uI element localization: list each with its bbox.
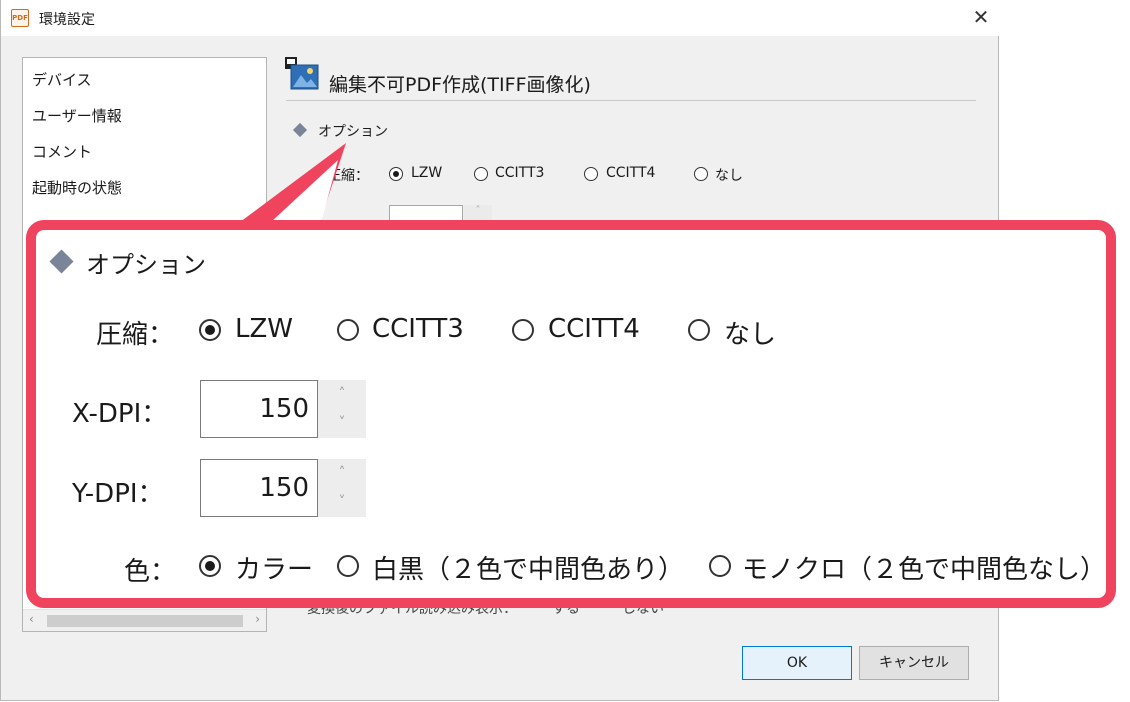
diamond-icon: [292, 122, 308, 138]
compression-radio-ccitt3[interactable]: [474, 167, 488, 181]
spin-down-icon[interactable]: ˅: [318, 409, 366, 438]
ok-button[interactable]: OK: [742, 646, 852, 680]
y-dpi-input[interactable]: 150: [200, 459, 318, 517]
callout-radio-none[interactable]: [688, 319, 710, 341]
color-option-color[interactable]: カラー: [235, 549, 313, 586]
close-icon[interactable]: ✕: [968, 4, 994, 30]
x-dpi-input[interactable]: 150: [200, 380, 318, 438]
pdf-app-icon: PDF: [11, 9, 29, 27]
image-section-icon: [285, 57, 319, 90]
compression-option-ccitt4[interactable]: CCITT4: [606, 165, 655, 181]
sidebar-item-user-info[interactable]: ユーザー情報: [32, 105, 122, 126]
section-divider: [286, 100, 976, 101]
x-dpi-label: X-DPI：: [72, 399, 168, 429]
scroll-right-icon[interactable]: ›: [255, 612, 260, 626]
compression-radio-ccitt4[interactable]: [584, 167, 598, 181]
callout-option-ccitt4[interactable]: CCITT4: [548, 314, 640, 344]
x-dpi-spinner[interactable]: ˄ ˅: [318, 380, 366, 438]
callout-option-heading: オプション: [86, 251, 206, 279]
cancel-button[interactable]: キャンセル: [859, 646, 969, 680]
callout-option-ccitt3[interactable]: CCITT3: [372, 314, 464, 344]
scroll-left-icon[interactable]: ‹: [29, 612, 34, 626]
compression-radio-lzw[interactable]: [389, 167, 403, 181]
spin-up-icon[interactable]: ˄: [318, 459, 366, 488]
compression-label: 圧縮：: [327, 168, 369, 184]
y-dpi-label: Y-DPI：: [72, 479, 164, 509]
color-radio-mono[interactable]: [709, 555, 731, 577]
sidebar-item-comment[interactable]: コメント: [32, 141, 92, 162]
callout-option-lzw[interactable]: LZW: [235, 314, 293, 344]
compression-option-none[interactable]: なし: [715, 165, 743, 185]
callout-compression-label: 圧縮：: [96, 320, 175, 350]
callout-radio-ccitt3[interactable]: [337, 319, 359, 341]
y-dpi-spinner[interactable]: ˄ ˅: [318, 459, 366, 517]
section-title: 編集不可PDF作成(TIFF画像化): [329, 74, 591, 96]
compression-option-ccitt3[interactable]: CCITT3: [495, 165, 544, 181]
callout-option-none[interactable]: なし: [724, 314, 776, 351]
callout-radio-lzw[interactable]: [199, 319, 221, 341]
window-title: 環境設定: [39, 12, 95, 28]
screen: PDF 環境設定 ✕ デバイス ユーザー情報 コメント 起動時の状態 ‹ › 編…: [0, 0, 1130, 702]
spin-up-icon[interactable]: ˄: [318, 380, 366, 409]
horizontal-scrollbar[interactable]: ‹ ›: [23, 609, 266, 631]
color-radio-color[interactable]: [199, 555, 221, 577]
sidebar-item-startup-state[interactable]: 起動時の状態: [32, 177, 122, 198]
color-label: 色：: [124, 557, 177, 587]
scrollbar-thumb[interactable]: [47, 615, 243, 627]
option-heading: オプション: [318, 124, 388, 140]
color-option-mono[interactable]: モノクロ（２色で中間色なし）: [742, 549, 1106, 586]
color-radio-bw-gray[interactable]: [337, 555, 359, 577]
color-option-bw-gray[interactable]: 白黒（２色で中間色あり）: [372, 549, 684, 586]
compression-option-lzw[interactable]: LZW: [411, 165, 442, 181]
spin-down-icon[interactable]: ˅: [318, 488, 366, 517]
sidebar-item-device[interactable]: デバイス: [32, 69, 92, 90]
title-bar: PDF 環境設定 ✕: [1, 0, 999, 36]
compression-radio-none[interactable]: [694, 167, 708, 181]
callout-radio-ccitt4[interactable]: [512, 319, 534, 341]
